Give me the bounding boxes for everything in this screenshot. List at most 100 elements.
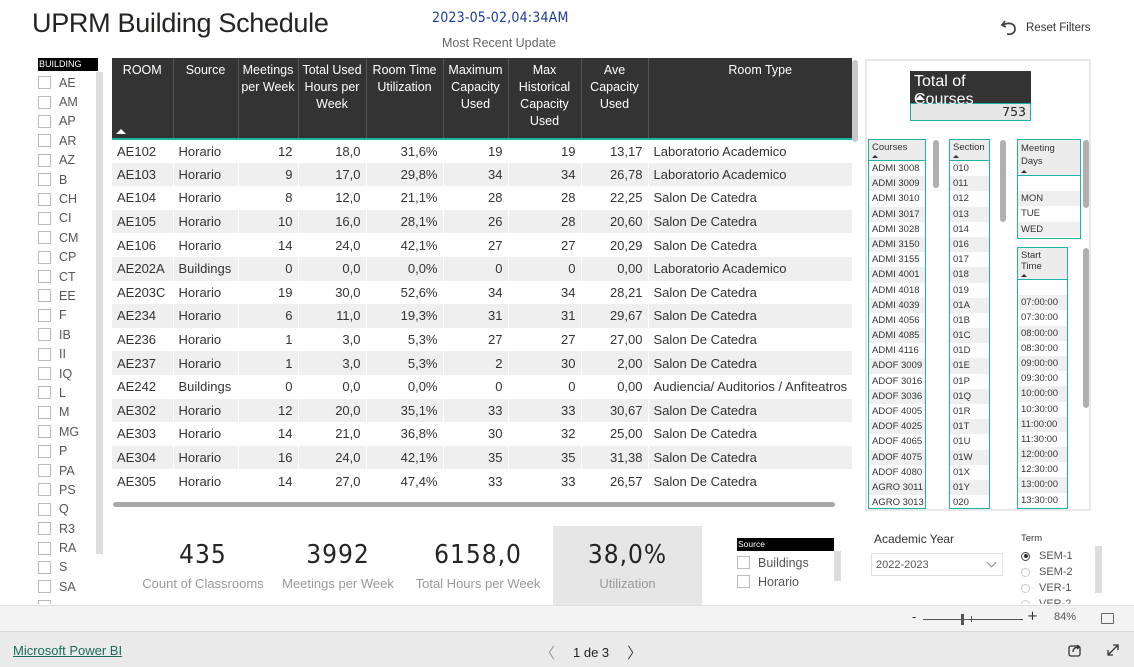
column-header[interactable]: Ave Capacity Used <box>581 58 649 140</box>
table-row[interactable]: AE105 Horario 10 16,0 28,1% 26 28 20,60 Salon De… <box>112 209 852 234</box>
list-item[interactable]: ADMI 3155 <box>869 252 925 267</box>
list-item[interactable] <box>1018 280 1067 295</box>
list-item[interactable]: 08:00:00 <box>1018 325 1067 341</box>
checkbox[interactable] <box>38 502 51 516</box>
checkbox[interactable] <box>38 289 51 303</box>
term-option[interactable]: SEM-2 <box>1021 564 1073 580</box>
building-option[interactable]: PA <box>38 461 102 480</box>
building-option[interactable]: Q <box>38 500 102 519</box>
list-item[interactable]: 11:30:00 <box>1018 432 1067 447</box>
list-item[interactable]: ADOF 4005 <box>869 404 925 419</box>
list-item[interactable]: 010 <box>950 161 989 176</box>
table-row[interactable]: AE305 Horario 14 27,0 47,4% 33 33 26,57 Salon De… <box>112 469 852 493</box>
building-option[interactable]: MG <box>38 422 102 441</box>
radio-button[interactable] <box>1021 583 1030 593</box>
source-option[interactable]: Buildings <box>737 553 834 572</box>
table-row[interactable]: AE234 Horario 6 11,0 19,3% 31 31 29,67 Salon De … <box>112 304 852 328</box>
list-item[interactable]: 011 <box>950 176 989 192</box>
table-row[interactable]: AE104 Horario 8 12,0 21,1% 28 28 22,25 Salon De … <box>112 186 852 210</box>
list-item[interactable]: AGRO 3011 <box>869 479 925 496</box>
list-item[interactable]: 09:00:00 <box>1018 355 1067 372</box>
courses-header[interactable]: Courses <box>869 140 925 161</box>
table-row[interactable]: AE103 Horario 9 17,0 29,8% 34 34 26,78 Laborator… <box>112 162 852 187</box>
building-option[interactable]: R3 <box>38 519 102 538</box>
building-slicer-scrollbar[interactable] <box>96 72 103 554</box>
building-option[interactable]: SA <box>38 577 102 596</box>
column-header[interactable]: Room Time Utilization <box>366 58 444 140</box>
term-option[interactable]: VER-2 <box>1021 596 1073 604</box>
checkbox[interactable] <box>38 76 51 90</box>
list-item[interactable]: 14:00:00 <box>1018 507 1067 508</box>
checkbox[interactable] <box>38 580 51 594</box>
source-option[interactable]: Horario <box>737 572 834 591</box>
list-item[interactable]: ADMI 3010 <box>869 191 925 206</box>
list-item[interactable]: ADOF 3009 <box>869 358 925 374</box>
checkbox[interactable] <box>38 425 51 439</box>
section-header[interactable]: Section <box>950 140 989 161</box>
list-item[interactable]: 01C <box>950 328 989 344</box>
start-time-header[interactable]: Start Time <box>1018 248 1067 280</box>
table-row[interactable]: AE106 Horario 14 24,0 42,1% 27 27 20,29 Salon De… <box>112 233 852 257</box>
list-item[interactable]: 01T <box>950 419 989 435</box>
list-item[interactable]: 08:30:00 <box>1018 341 1067 356</box>
radio-button[interactable] <box>1021 599 1030 604</box>
list-item[interactable]: 11:00:00 <box>1018 416 1067 432</box>
list-item[interactable]: ADOF 4080 <box>869 465 925 480</box>
checkbox[interactable] <box>38 192 51 206</box>
list-item[interactable]: 01Q <box>950 388 989 404</box>
column-header[interactable]: Maximum Capacity Used <box>443 58 509 140</box>
table-row[interactable]: AE242 Buildings 0 0,0 0,0% 0 0 0,00 Audiencia/ A… <box>112 374 852 399</box>
list-item[interactable]: 014 <box>950 222 989 237</box>
list-item[interactable]: MON <box>1018 191 1080 207</box>
term-scrollbar[interactable] <box>1095 546 1102 593</box>
checkbox[interactable] <box>737 556 750 569</box>
term-option[interactable]: VER-1 <box>1021 580 1073 596</box>
building-option[interactable]: IQ <box>38 364 102 383</box>
list-item[interactable]: ADMI 4085 <box>869 328 925 344</box>
radio-button[interactable] <box>1021 551 1030 561</box>
building-option[interactable]: AM <box>38 92 102 111</box>
table-row[interactable]: AE202A Buildings 0 0,0 0,0% 0 0 0,00 Laboratorio… <box>112 256 852 281</box>
list-item[interactable]: 09:30:00 <box>1018 371 1067 386</box>
building-option[interactable]: AZ <box>38 151 102 170</box>
power-bi-link[interactable]: Microsoft Power BI <box>13 643 122 658</box>
checkbox[interactable] <box>38 405 51 419</box>
checkbox[interactable] <box>38 308 51 322</box>
building-option[interactable]: AE <box>38 73 102 92</box>
building-option[interactable]: S <box>38 558 102 577</box>
checkbox[interactable] <box>38 541 51 555</box>
list-item[interactable]: ADOF 4075 <box>869 449 925 465</box>
building-option[interactable]: F <box>38 306 102 325</box>
building-option[interactable]: CI <box>38 209 102 228</box>
checkbox[interactable] <box>38 95 51 109</box>
list-item[interactable]: ADMI 4039 <box>869 297 925 313</box>
academic-year-dropdown[interactable]: 2022-2023 <box>871 553 1003 576</box>
source-slicer-scrollbar[interactable] <box>834 551 841 581</box>
table-horizontal-scrollbar[interactable] <box>113 502 835 507</box>
column-header[interactable]: Source <box>173 58 239 140</box>
list-item[interactable]: 020 <box>950 495 989 508</box>
building-option[interactable]: AP <box>38 112 102 131</box>
list-item[interactable]: WED <box>1018 221 1080 237</box>
checkbox[interactable] <box>38 560 51 574</box>
column-header[interactable]: Total Used Hours per Week <box>298 58 367 140</box>
share-icon[interactable] <box>1067 642 1083 658</box>
table-row[interactable]: AE303 Horario 14 21,0 36,8% 30 32 25,00 Salon De… <box>112 422 852 446</box>
zoom-out-button[interactable]: - <box>912 610 916 624</box>
fullscreen-icon[interactable] <box>1105 642 1121 658</box>
list-item[interactable]: ADOF 3016 <box>869 374 925 389</box>
list-item[interactable]: 07:30:00 <box>1018 310 1067 325</box>
checkbox[interactable] <box>38 173 51 187</box>
next-page-button[interactable]: 〉 <box>627 642 642 663</box>
list-item[interactable]: ADMI 4018 <box>869 283 925 298</box>
checkbox[interactable] <box>38 464 51 477</box>
list-item[interactable] <box>1018 176 1080 191</box>
building-option[interactable]: PS <box>38 480 102 499</box>
list-item[interactable]: ADMI 3150 <box>869 236 925 253</box>
total-courses-header[interactable]: Total of Courses <box>910 71 1031 108</box>
list-item[interactable]: 012 <box>950 191 989 206</box>
checkbox[interactable] <box>38 250 51 264</box>
list-item[interactable]: ADOF 4065 <box>869 434 925 449</box>
building-option[interactable]: IB <box>38 325 102 344</box>
column-header[interactable]: Max Historical Capacity Used <box>508 58 582 140</box>
